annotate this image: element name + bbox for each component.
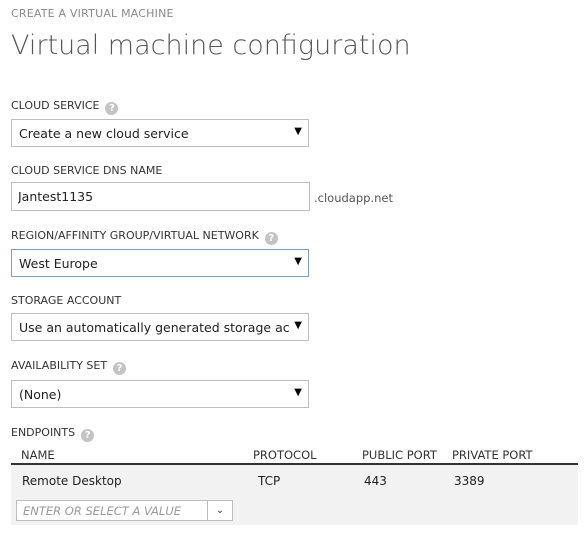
region-label-text: REGION/AFFINITY GROUP/VIRTUAL NETWORK	[11, 229, 259, 242]
cloud-service-label-text: CLOUD SERVICE	[11, 99, 100, 112]
triangle-down-icon: ▼	[294, 256, 302, 267]
column-header-public-port: PUBLIC PORT	[362, 448, 437, 462]
endpoint-combobox[interactable]: ⌄	[16, 500, 233, 521]
endpoint-protocol: TCP	[258, 474, 281, 488]
cloud-service-label: CLOUD SERVICE?	[11, 99, 119, 115]
triangle-down-icon: ▼	[294, 320, 302, 331]
availability-label: AVAILABILITY SET?	[11, 359, 127, 375]
triangle-down-icon: ▼	[294, 387, 302, 398]
availability-select[interactable]: (None) ▼	[11, 380, 309, 408]
region-select[interactable]: West Europe ▼	[11, 249, 309, 277]
cloud-service-value: Create a new cloud service	[19, 126, 189, 141]
region-value: West Europe	[19, 256, 98, 271]
dns-suffix: .cloudapp.net	[314, 191, 393, 205]
column-header-private-port: PRIVATE PORT	[452, 448, 533, 462]
endpoint-public-port: 443	[364, 474, 387, 488]
cloud-service-select[interactable]: Create a new cloud service ▼	[11, 119, 309, 147]
storage-value: Use an automatically generated storage a…	[19, 320, 289, 335]
dns-name-input[interactable]	[11, 182, 310, 211]
region-label: REGION/AFFINITY GROUP/VIRTUAL NETWORK?	[11, 229, 278, 245]
breadcrumb: CREATE A VIRTUAL MACHINE	[11, 7, 174, 20]
dns-name-label: CLOUD SERVICE DNS NAME	[11, 164, 163, 177]
endpoint-name: Remote Desktop	[22, 474, 122, 488]
availability-label-text: AVAILABILITY SET	[11, 359, 108, 372]
storage-select[interactable]: Use an automatically generated storage a…	[11, 313, 309, 341]
storage-label: STORAGE ACCOUNT	[11, 294, 122, 307]
help-question-icon[interactable]: ?	[81, 429, 95, 442]
page-title: Virtual machine configuration	[11, 30, 411, 61]
column-header-name: NAME	[21, 448, 55, 462]
endpoint-combo-input[interactable]	[17, 501, 213, 520]
column-header-protocol: PROTOCOL	[253, 448, 317, 462]
endpoints-label-text: ENDPOINTS	[11, 426, 76, 439]
help-question-icon[interactable]: ?	[113, 362, 127, 375]
endpoint-private-port: 3389	[454, 474, 485, 488]
endpoints-label: ENDPOINTS?	[11, 426, 95, 442]
availability-value: (None)	[19, 387, 62, 402]
help-question-icon[interactable]: ?	[264, 232, 278, 245]
triangle-down-icon: ▼	[294, 126, 302, 137]
help-question-icon[interactable]: ?	[105, 102, 119, 115]
chevron-down-icon[interactable]: ⌄	[207, 501, 232, 520]
